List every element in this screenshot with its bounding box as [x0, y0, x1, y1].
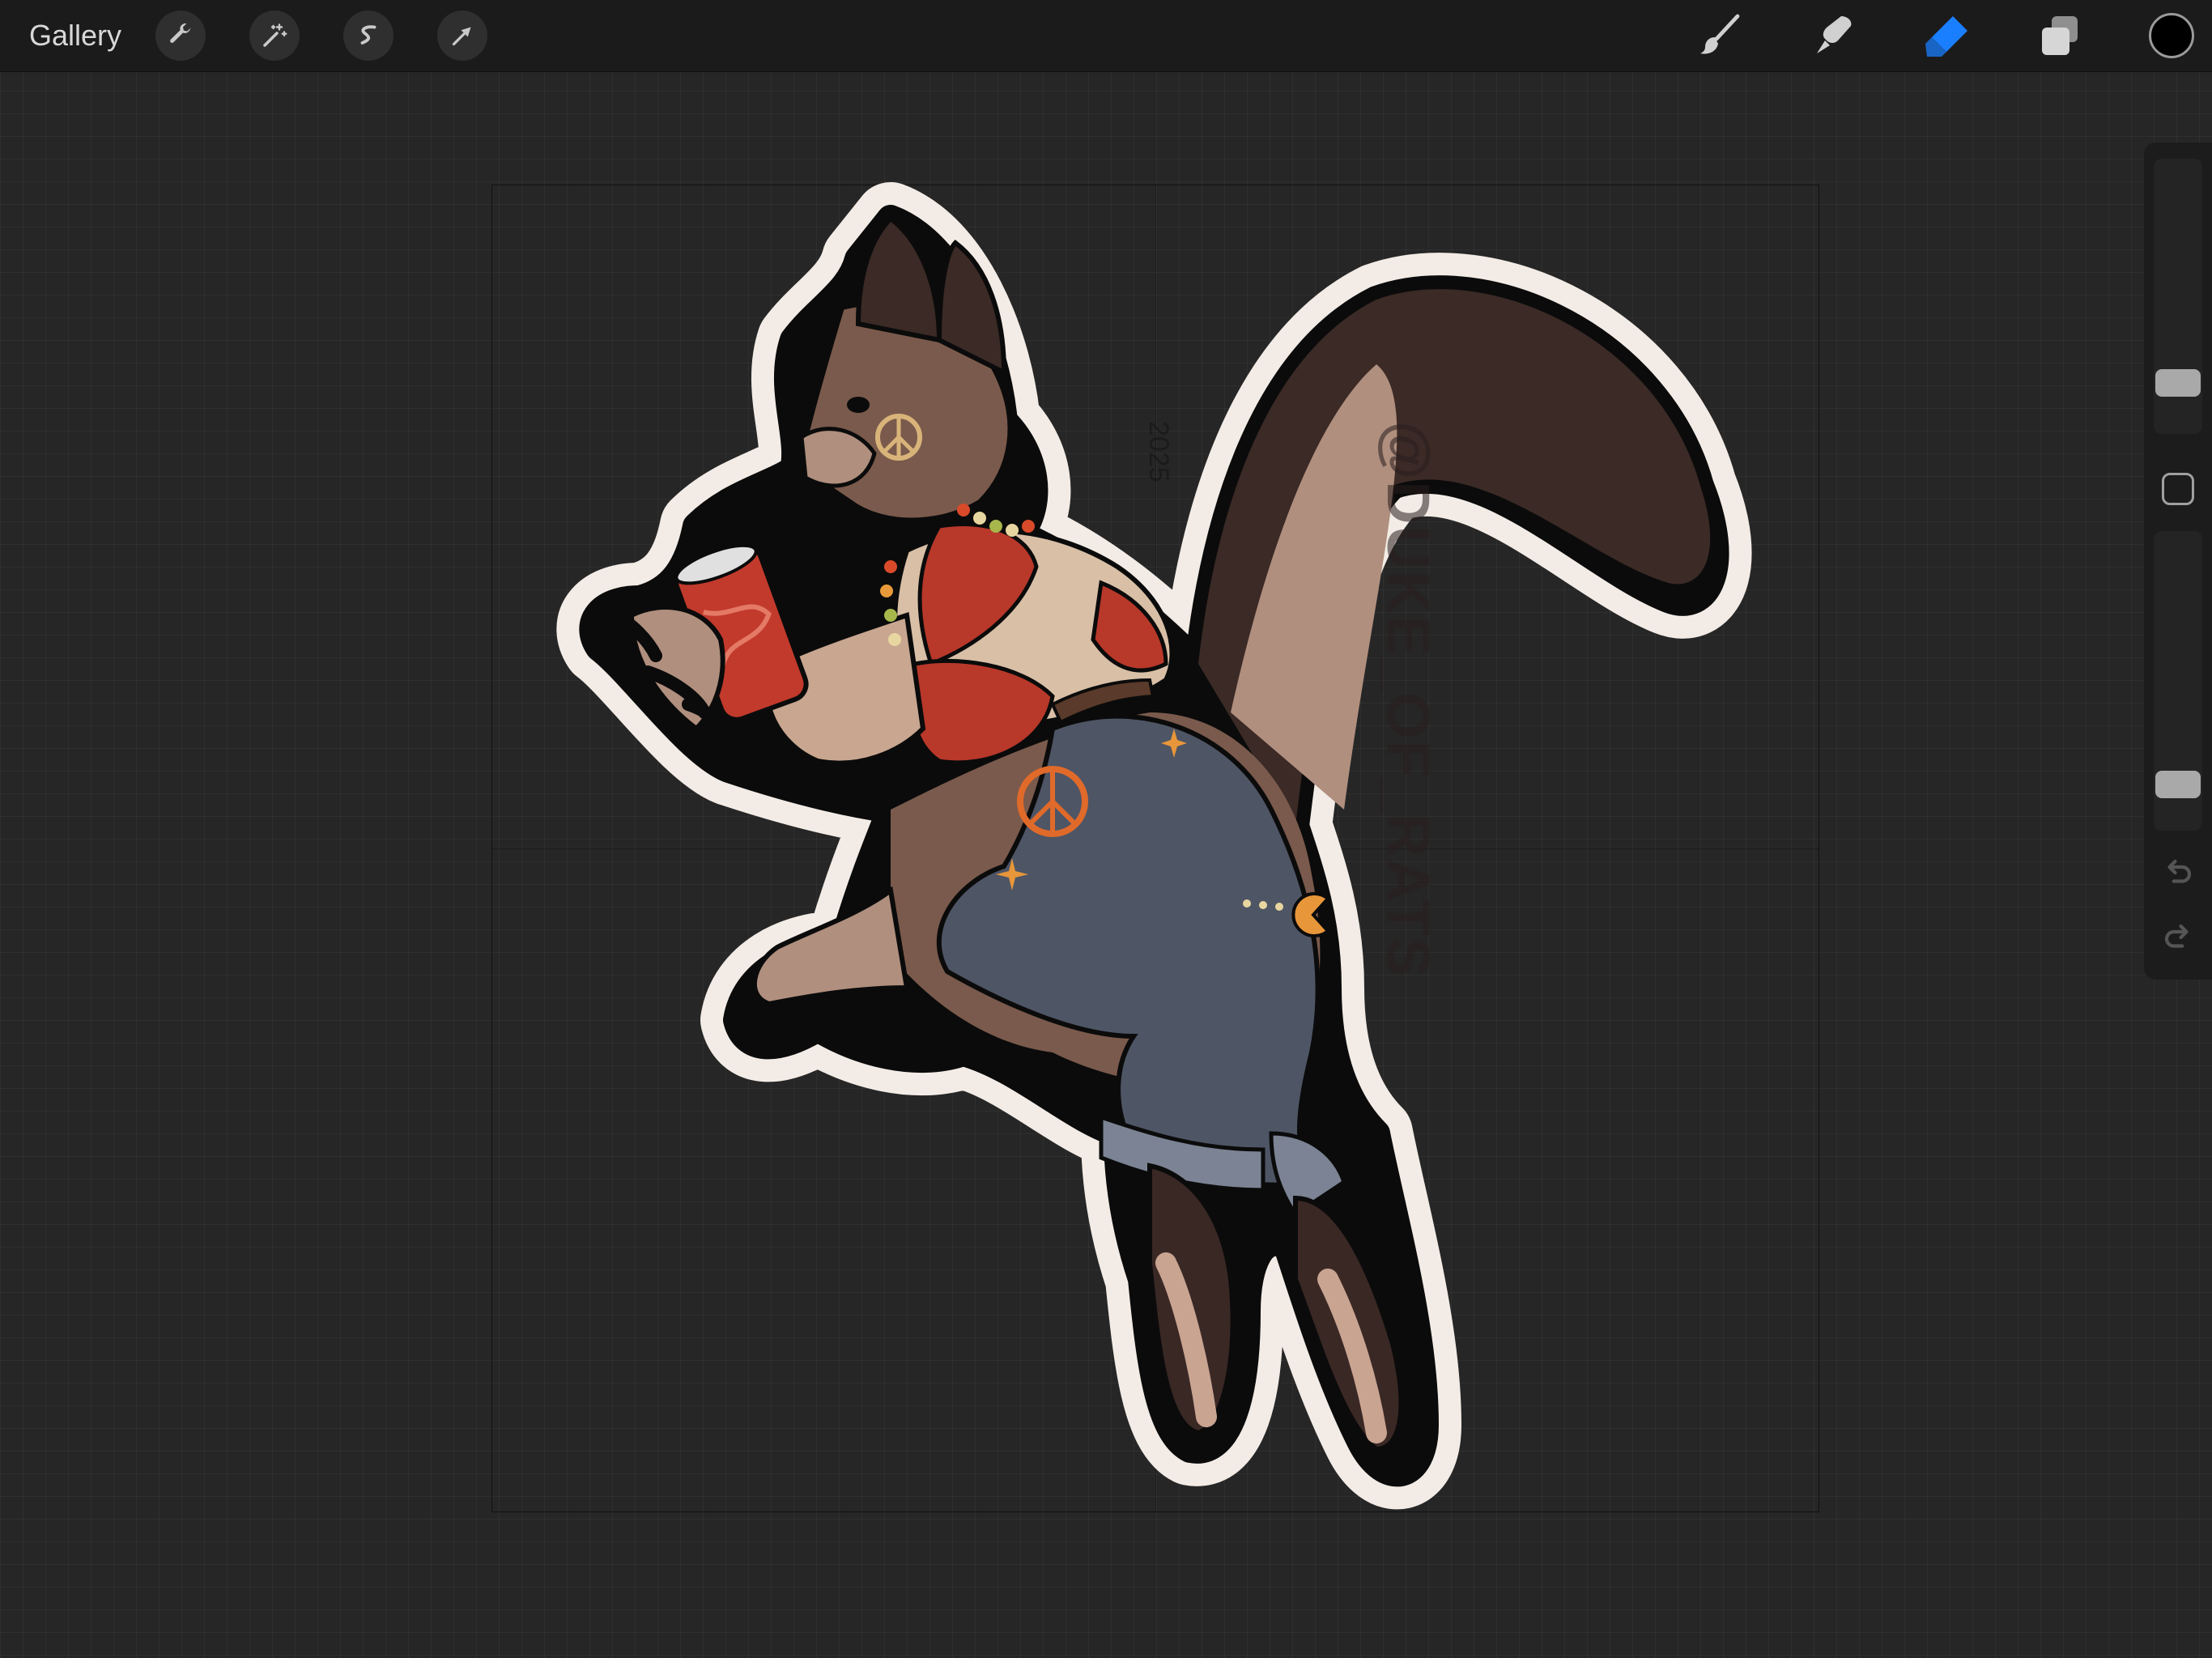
opacity-thumb[interactable]: [2155, 770, 2201, 798]
brush-size-thumb[interactable]: [2155, 369, 2201, 397]
modify-button[interactable]: [2162, 473, 2194, 505]
undo-icon: [2167, 859, 2192, 883]
opacity-slider[interactable]: [2154, 531, 2202, 831]
artwork-sticker: [556, 182, 1752, 1510]
side-toolbar: [2144, 142, 2212, 980]
brush-size-slider[interactable]: [2154, 159, 2202, 434]
redo-button[interactable]: [2155, 915, 2201, 960]
signature: 2025: [1143, 421, 1174, 483]
redo-icon: [2164, 924, 2189, 948]
undo-button[interactable]: [2155, 850, 2201, 895]
artist-watermark: @DUKE_OF_RATS: [1375, 421, 1442, 979]
